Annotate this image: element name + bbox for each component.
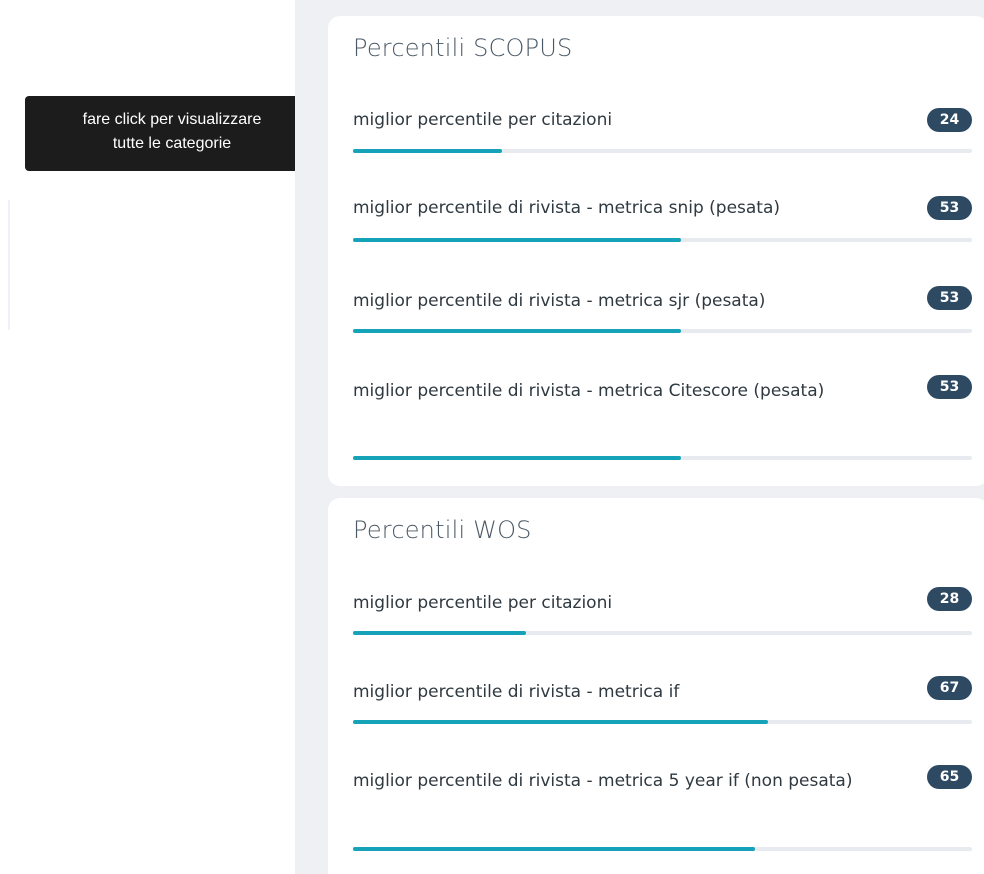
progress-track: [353, 847, 972, 851]
progress-fill: [353, 149, 502, 153]
value-badge: 53: [927, 286, 972, 310]
metric-label: miglior percentile per citazioni: [353, 593, 613, 613]
metric-row[interactable]: miglior percentile di rivista - metrica …: [353, 675, 972, 725]
metric-row[interactable]: miglior percentile di rivista - metrica …: [353, 284, 972, 334]
metric-row[interactable]: miglior percentile per citazioni 28: [353, 586, 972, 636]
progress-fill: [353, 847, 756, 851]
value-badge: 65: [927, 765, 972, 789]
tooltip: fare click per visualizzare tutte le cat…: [25, 96, 319, 171]
progress-track: [353, 238, 972, 242]
metric-label: miglior percentile di rivista - metrica …: [353, 682, 680, 702]
metric-row[interactable]: miglior percentile di rivista - metrica …: [353, 374, 972, 464]
progress-fill: [353, 456, 682, 460]
card-title: Percentili WOS: [353, 516, 532, 544]
progress-fill: [353, 631, 527, 635]
tooltip-line-2: tutte le categorie: [112, 135, 232, 152]
metric-row[interactable]: miglior percentile di rivista - metrica …: [353, 764, 972, 854]
metric-label: miglior percentile di rivista - metrica …: [353, 291, 766, 311]
percentiles-panel: Percentili SCOPUS miglior percentile per…: [295, 0, 984, 874]
metric-row[interactable]: miglior percentile per citazioni 24: [353, 103, 972, 153]
value-badge: 67: [927, 676, 972, 700]
metric-label: miglior percentile di rivista - metrica …: [353, 198, 781, 218]
metric-row[interactable]: miglior percentile di rivista - metrica …: [353, 191, 972, 242]
left-divider: [8, 200, 10, 330]
value-badge: 53: [927, 375, 972, 399]
progress-track: [353, 149, 972, 153]
value-badge: 24: [927, 108, 972, 132]
metric-label: miglior percentile di rivista - metrica …: [353, 771, 853, 791]
value-badge: 53: [927, 196, 972, 220]
card-title: Percentili SCOPUS: [353, 34, 573, 62]
metric-label: miglior percentile di rivista - metrica …: [353, 381, 825, 401]
scopus-card: Percentili SCOPUS miglior percentile per…: [328, 16, 984, 486]
progress-fill: [353, 238, 682, 242]
value-badge: 28: [927, 587, 972, 611]
progress-track: [353, 456, 972, 460]
wos-card: Percentili WOS miglior percentile per ci…: [328, 498, 984, 874]
progress-fill: [353, 329, 682, 333]
progress-track: [353, 720, 972, 724]
metric-label: miglior percentile per citazioni: [353, 110, 613, 130]
progress-track: [353, 631, 972, 635]
progress-track: [353, 329, 972, 333]
progress-fill: [353, 720, 768, 724]
tooltip-line-1: fare click per visualizzare: [82, 111, 262, 128]
